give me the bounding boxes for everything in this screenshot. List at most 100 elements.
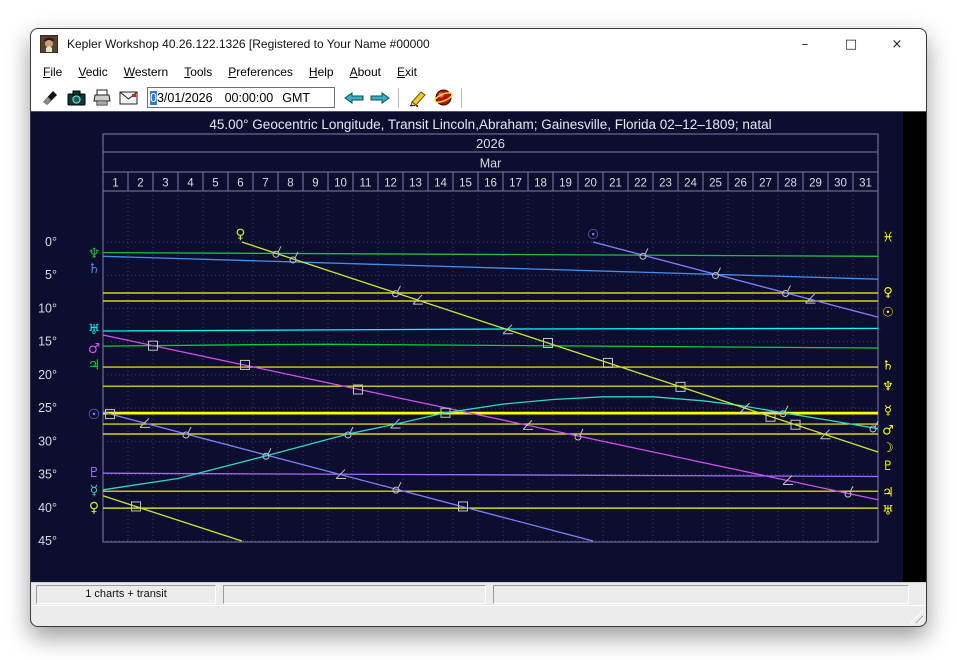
day-label: 25 <box>709 178 722 190</box>
previous-day-button[interactable] <box>341 87 367 109</box>
day-label: 2 <box>137 178 143 190</box>
wrap-glyph-venus: ♀ <box>236 227 246 243</box>
right-glyph: ♄ <box>882 358 894 373</box>
y-tick: 40° <box>38 501 57 515</box>
close-button[interactable]: × <box>874 29 920 59</box>
right-glyph: ♂ <box>882 424 894 439</box>
right-glyph: ☿ <box>884 404 892 419</box>
menu-preferences[interactable]: Preferences <box>220 62 301 82</box>
right-glyph: ♆ <box>882 380 894 395</box>
y-tick: 10° <box>38 301 57 315</box>
day-label: 9 <box>312 178 318 190</box>
day-label: 16 <box>484 178 497 190</box>
left-glyph-neptune: ♆ <box>88 246 101 262</box>
day-label: 6 <box>237 178 243 190</box>
day-label: 10 <box>334 178 347 190</box>
next-day-button[interactable] <box>367 87 393 109</box>
planet-icon <box>434 88 453 107</box>
day-label: 22 <box>634 178 647 190</box>
right-glyph: ♅ <box>882 503 894 518</box>
left-glyph-mars: ♂ <box>88 341 101 357</box>
day-label: 18 <box>534 178 547 190</box>
new-chart-button[interactable] <box>37 87 63 109</box>
right-glyph: ♇ <box>882 459 894 474</box>
left-glyph-jupiter: ♃ <box>88 357 101 373</box>
chart-title: 45.00° Geocentric Longitude, Transit Lin… <box>209 117 771 132</box>
arrow-right-icon <box>370 92 390 104</box>
y-tick: 25° <box>38 401 57 415</box>
menu-bar: File Vedic Western Tools Preferences Hel… <box>31 59 926 84</box>
status-charts-panel: 1 charts + transit <box>36 585 216 604</box>
menu-exit[interactable]: Exit <box>389 62 425 82</box>
left-glyph-venus: ♀ <box>89 500 99 516</box>
left-glyph-pluto: ♇ <box>88 465 101 481</box>
menu-vedic[interactable]: Vedic <box>70 62 115 82</box>
toolbar: 03/01/2026 00:00:00 GMT <box>31 84 926 112</box>
left-glyph-saturn: ♄ <box>88 261 101 277</box>
day-label: 13 <box>409 178 422 190</box>
planet-tool-button[interactable] <box>430 87 456 109</box>
day-label: 5 <box>212 178 218 190</box>
menu-tools[interactable]: Tools <box>176 62 220 82</box>
menu-help[interactable]: Help <box>301 62 342 82</box>
day-label: 30 <box>834 178 847 190</box>
day-label: 19 <box>559 178 572 190</box>
date-selection: 0 <box>150 91 157 105</box>
day-label: 21 <box>609 178 622 190</box>
edit-notes-button[interactable] <box>404 87 430 109</box>
status-panel-2 <box>223 585 486 604</box>
maximize-button[interactable]: □ <box>828 29 874 59</box>
email-button[interactable] <box>115 87 141 109</box>
new-chart-icon <box>41 89 59 107</box>
time-value: 00:00:00 <box>225 91 274 105</box>
menu-file[interactable]: File <box>35 62 70 82</box>
menu-about[interactable]: About <box>342 62 389 82</box>
right-glyph: ☽ <box>882 441 894 456</box>
day-label: 3 <box>162 178 168 190</box>
camera-icon <box>67 90 86 106</box>
minimize-button[interactable]: – <box>782 29 828 59</box>
email-icon <box>119 91 138 105</box>
day-label: 7 <box>262 178 268 190</box>
edit-notes-icon <box>408 89 427 107</box>
day-label: 29 <box>809 178 822 190</box>
print-icon <box>93 89 111 106</box>
day-label: 4 <box>187 178 194 190</box>
day-label: 17 <box>509 178 522 190</box>
status-bar: 1 charts + transit <box>31 582 926 605</box>
status-charts-text: 1 charts + transit <box>85 588 167 600</box>
day-label: 12 <box>384 178 397 190</box>
y-tick: 0° <box>45 235 57 249</box>
date-value: 3/01/2026 <box>157 91 213 105</box>
year-label: 2026 <box>476 136 505 151</box>
left-glyph-sun: ☉ <box>88 407 101 423</box>
left-glyph-mercury: ☿ <box>90 483 99 499</box>
right-glyph: ☉ <box>882 305 894 320</box>
day-label: 20 <box>584 178 597 190</box>
day-label: 24 <box>684 178 697 190</box>
day-label: 11 <box>360 178 372 190</box>
datetime-field[interactable]: 03/01/2026 00:00:00 GMT <box>147 87 335 108</box>
window-title: Kepler Workshop 40.26.122.1326 [Register… <box>67 37 430 51</box>
day-label: 1 <box>112 178 118 190</box>
camera-button[interactable] <box>63 87 89 109</box>
day-label: 8 <box>287 178 293 190</box>
menu-western[interactable]: Western <box>116 62 176 82</box>
timezone-value: GMT <box>282 91 310 105</box>
wrap-glyph-sun: ☉ <box>587 227 599 243</box>
chart-panel: 45.00° Geocentric Longitude, Transit Lin… <box>31 112 926 582</box>
app-window: Kepler Workshop 40.26.122.1326 [Register… <box>30 28 927 627</box>
right-glyph: ♃ <box>882 485 894 500</box>
right-glyph: ♓ <box>882 231 894 246</box>
transit-graph-canvas[interactable]: 45.00° Geocentric Longitude, Transit Lin… <box>31 112 903 582</box>
right-glyph: ♀ <box>883 285 893 300</box>
print-button[interactable] <box>89 87 115 109</box>
day-label: 28 <box>784 178 797 190</box>
y-tick: 35° <box>38 468 57 482</box>
y-tick: 15° <box>38 335 57 349</box>
y-tick: 30° <box>38 434 57 448</box>
app-icon <box>40 35 58 53</box>
status-panel-3 <box>493 585 909 604</box>
resize-grip[interactable] <box>910 610 923 623</box>
title-bar: Kepler Workshop 40.26.122.1326 [Register… <box>31 29 926 59</box>
